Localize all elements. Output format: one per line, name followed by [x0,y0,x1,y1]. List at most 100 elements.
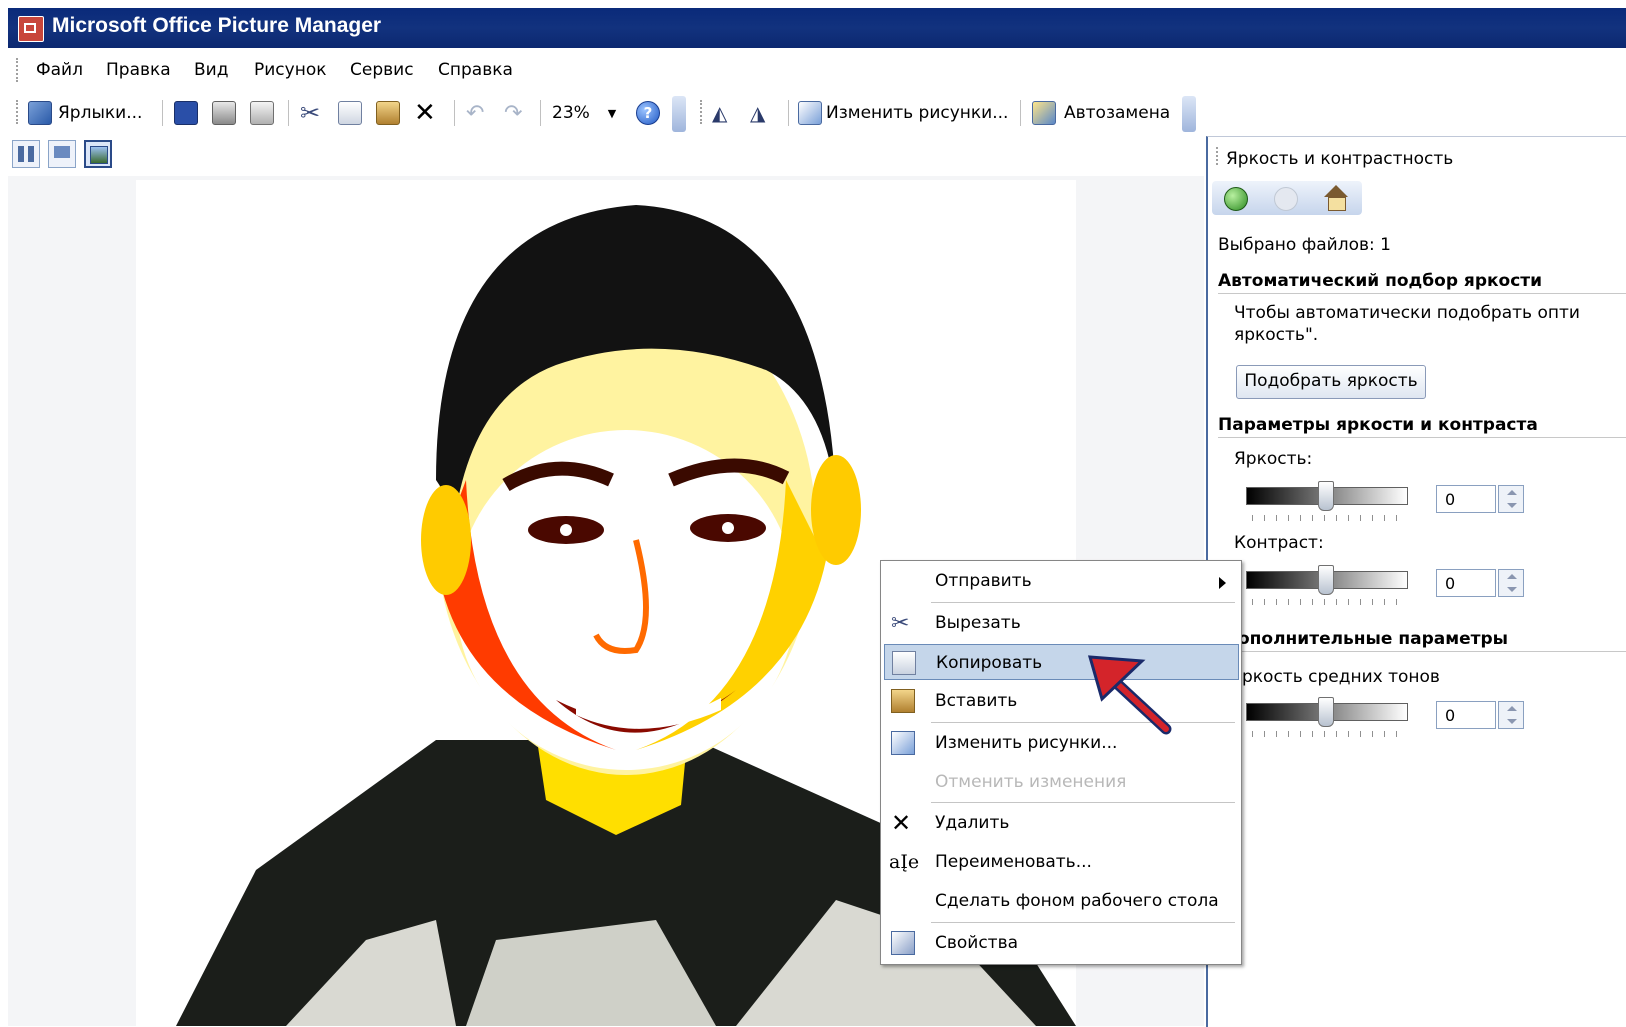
menu-file[interactable]: Файл [36,60,83,80]
contrast-slider-thumb[interactable] [1318,565,1334,595]
zoom-combo[interactable]: 23% ▼ [552,99,616,127]
undo-button[interactable]: ↶ [466,99,484,127]
context-menu-properties[interactable]: Свойства [881,925,1241,961]
edit-pictures-button[interactable]: Изменить рисунки... [798,99,1008,127]
paste-icon [891,689,915,713]
properties-icon [891,931,915,955]
midtones-slider-thumb[interactable] [1318,697,1334,727]
menu-help[interactable]: Справка [438,60,513,80]
taskpane-title: Яркость и контрастность [1226,149,1454,169]
paste-icon [376,101,400,125]
midtones-spinner[interactable] [1498,701,1524,729]
scissors-icon: ✂ [300,99,321,127]
context-menu-copy[interactable]: Копировать [884,644,1239,680]
menu-tools[interactable]: Сервис [350,60,414,80]
home-icon[interactable] [1324,185,1348,197]
context-menu-paste-label: Вставить [935,691,1018,711]
toolbar-options-chevron[interactable] [1182,96,1196,132]
context-menu-copy-label: Копировать [936,653,1043,673]
rename-icon: aĮe [889,851,920,873]
printer-icon [212,101,236,125]
help-button[interactable]: ? [636,99,660,127]
context-menu-properties-label: Свойства [935,933,1019,953]
section-divider [1218,437,1626,438]
paste-button[interactable] [376,99,400,127]
context-menu-edit-pictures[interactable]: Изменить рисунки... [881,725,1241,761]
copy-button[interactable] [338,99,362,127]
menu-separator [931,922,1235,923]
taskpane-nav-bar [1212,181,1362,215]
shortcuts-icon [28,101,52,125]
thumbnail-view-button[interactable] [12,140,40,168]
brightness-spinner[interactable] [1498,485,1524,513]
context-menu: Отправить ✂ Вырезать Копировать Вставить… [880,560,1242,965]
email-button[interactable] [250,99,274,127]
context-menu-undo-changes[interactable]: Отменить изменения [881,764,1241,800]
toolbar-grip[interactable] [16,100,21,124]
delete-x-icon: ✕ [891,809,912,837]
context-menu-cut[interactable]: ✂ Вырезать [881,605,1241,641]
standard-toolbar: Ярлыки... ✂ ✕ ↶ ↷ 23% ▼ ? ◭ ◮ Изменить р… [8,92,1234,132]
undo-icon: ↶ [466,100,485,126]
mail-attach-icon [250,101,274,125]
menu-edit[interactable]: Правка [106,60,171,80]
rotate-right-button[interactable]: ◮ [750,99,765,127]
cut-button[interactable]: ✂ [300,99,320,127]
edit-pictures-icon [891,731,915,755]
print-button[interactable] [212,99,236,127]
filmstrip-icon [54,146,70,158]
redo-icon: ↷ [504,100,523,126]
brightness-value-field[interactable]: 0 [1436,485,1496,513]
contrast-value-field[interactable]: 0 [1436,569,1496,597]
context-menu-cut-label: Вырезать [935,613,1021,633]
rotate-left-button[interactable]: ◭ [712,99,727,127]
picture-manager-app-icon[interactable] [18,16,44,42]
scissors-icon: ✂ [891,611,910,636]
floppy-save-icon [174,101,198,125]
context-menu-paste[interactable]: Вставить [881,683,1241,719]
section-divider [1218,293,1626,294]
delete-x-icon: ✕ [414,98,436,128]
menubar-grip[interactable] [16,58,21,82]
forward-icon[interactable] [1274,187,1298,211]
delete-button[interactable]: ✕ [414,98,436,128]
taskpane-grip[interactable] [1216,147,1221,165]
help-icon: ? [636,101,660,125]
brightness-slider-thumb[interactable] [1318,481,1334,511]
context-menu-send[interactable]: Отправить [881,563,1241,599]
auto-brightness-button[interactable]: Подобрать яркость [1236,365,1426,399]
shortcuts-button[interactable]: Ярлыки... [28,99,142,127]
filmstrip-view-button[interactable] [48,140,76,168]
midtones-slider-ticks [1252,731,1402,737]
copy-icon [892,651,916,675]
redo-button[interactable]: ↷ [504,99,522,127]
autocorrect-label: Автозамена [1064,103,1171,123]
toolbar-grip[interactable] [700,100,705,124]
menu-view[interactable]: Вид [194,60,228,80]
files-selected-count: Выбрано файлов: 1 [1218,235,1391,255]
rotate-left-icon: ◭ [712,101,728,125]
edit-pictures-label: Изменить рисунки... [826,103,1009,123]
section-divider [1218,651,1626,652]
toolbar-options-chevron[interactable] [672,96,686,132]
menu-picture[interactable]: Рисунок [254,60,327,80]
context-menu-rename[interactable]: aĮe Переименовать... [881,844,1241,880]
autocorrect-icon [1032,101,1056,125]
brightness-label: Яркость: [1234,449,1313,469]
title-bar[interactable]: Microsoft Office Picture Manager [8,8,1626,48]
back-icon[interactable] [1224,187,1248,211]
thumbnails-icon [18,146,34,162]
midtones-value-field[interactable]: 0 [1436,701,1496,729]
context-menu-set-as-wallpaper[interactable]: Сделать фоном рабочего стола [881,883,1241,919]
single-picture-view-button[interactable] [84,140,112,168]
brightness-params-section-title: Параметры яркости и контраста [1218,415,1538,435]
context-menu-delete[interactable]: ✕ Удалить [881,805,1241,841]
chevron-down-icon[interactable]: ▼ [608,107,616,120]
contrast-spinner[interactable] [1498,569,1524,597]
toolbar-separator [540,100,541,126]
copy-icon [338,101,362,125]
brightness-slider-ticks [1252,515,1402,521]
contrast-label: Контраст: [1234,533,1324,553]
save-button[interactable] [174,99,198,127]
autocorrect-button[interactable]: Автозамена [1032,99,1170,127]
